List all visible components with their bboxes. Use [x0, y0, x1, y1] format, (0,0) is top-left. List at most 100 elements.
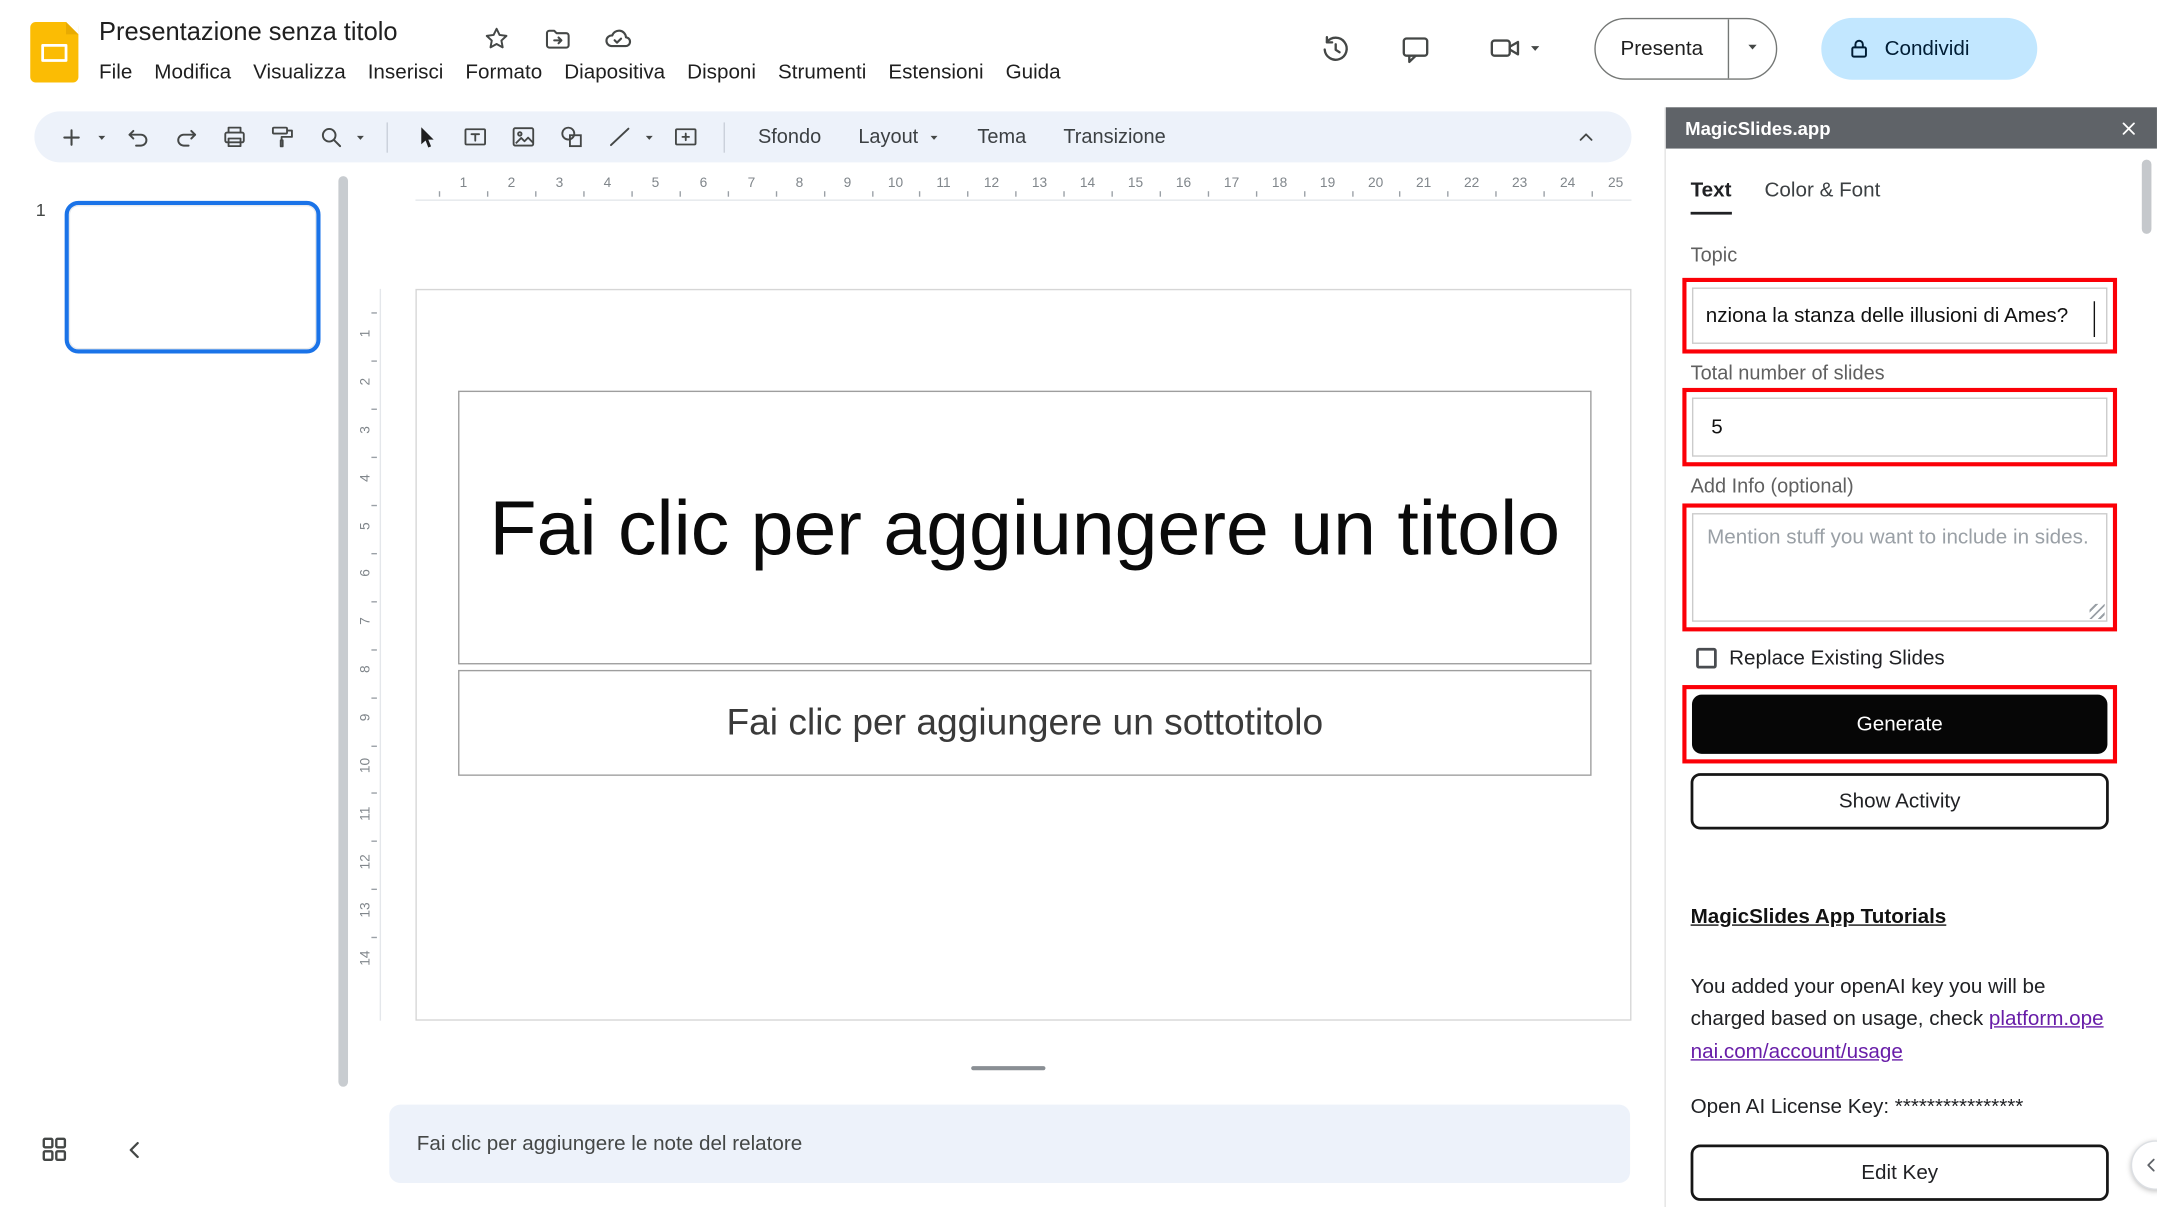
ruler-tick [371, 553, 377, 554]
panel-title: MagicSlides.app [1685, 118, 2120, 139]
google-slides-app: Presentazione senza titolo File Modifica… [0, 0, 2157, 1207]
document-title[interactable]: Presentazione senza titolo [99, 17, 398, 47]
menu-inserisci[interactable]: Inserisci [357, 55, 455, 89]
add-info-textarea[interactable] [1692, 513, 2107, 622]
select-cursor-button[interactable] [406, 116, 447, 157]
replace-slides-checkbox[interactable] [1696, 648, 1717, 669]
close-panel-button[interactable] [2120, 119, 2138, 137]
openai-note: You added your openAI key you will be ch… [1691, 971, 2106, 1067]
ruler-number: 24 [1560, 176, 1575, 191]
generate-button[interactable]: Generate [1692, 695, 2107, 754]
total-slides-input[interactable] [1692, 398, 2107, 457]
textbox-button[interactable] [454, 116, 495, 157]
menu-strumenti[interactable]: Strumenti [767, 55, 877, 89]
ruler-tick [1160, 191, 1161, 197]
ruler-tick [968, 191, 969, 197]
slide-canvas[interactable]: Fai clic per aggiungere un titolo Fai cl… [415, 289, 1631, 1021]
redo-button[interactable] [165, 116, 206, 157]
new-slide-button[interactable] [51, 116, 92, 157]
line-caret[interactable] [641, 116, 658, 157]
notes-resize-handle[interactable] [971, 1066, 1045, 1070]
filmstrip-scrollbar[interactable] [338, 176, 348, 1087]
present-button[interactable]: Presenta [1596, 37, 1728, 60]
menu-guida[interactable]: Guida [995, 55, 1072, 89]
tab-text[interactable]: Text [1691, 179, 1732, 215]
background-button[interactable]: Sfondo [743, 126, 836, 148]
comments-icon[interactable] [1398, 32, 1434, 68]
collapse-toolbar-button[interactable] [1565, 116, 1606, 157]
history-icon[interactable] [1318, 32, 1354, 68]
new-slide-caret[interactable] [94, 116, 111, 157]
menu-diapositiva[interactable]: Diapositiva [553, 55, 676, 89]
ruler-tick [583, 191, 584, 197]
ruler-number: 3 [556, 176, 564, 191]
ruler-tick [487, 191, 488, 197]
subtitle-placeholder-box[interactable]: Fai clic per aggiungere un sottotitolo [458, 670, 1591, 776]
share-button[interactable]: Condividi [1821, 18, 2037, 80]
menu-file[interactable]: File [88, 55, 143, 89]
star-icon[interactable] [479, 21, 515, 57]
share-button-label: Condividi [1885, 37, 1970, 60]
ruler-number: 11 [358, 803, 373, 825]
meet-camera-button[interactable] [1488, 32, 1543, 65]
ruler-tick [371, 697, 377, 698]
print-button[interactable] [213, 116, 254, 157]
topic-input[interactable] [1692, 288, 2107, 344]
caret-down-icon [1527, 40, 1544, 57]
insert-line-button[interactable] [598, 116, 639, 157]
ruler-tick [371, 937, 377, 938]
ruler-number: 21 [1416, 176, 1431, 191]
insert-shape-button[interactable] [550, 116, 591, 157]
ruler-number: 25 [1608, 176, 1623, 191]
ruler-tick [1016, 191, 1017, 197]
layout-button[interactable]: Layout [843, 126, 955, 148]
cloud-status-icon[interactable] [600, 21, 636, 57]
folder-move-icon[interactable] [539, 21, 575, 57]
menu-disponi[interactable]: Disponi [676, 55, 767, 89]
speaker-notes[interactable]: Fai clic per aggiungere le note del rela… [389, 1105, 1630, 1183]
ruler-number: 10 [358, 755, 373, 777]
replace-slides-label: Replace Existing Slides [1729, 647, 1945, 670]
ruler-tick [823, 191, 824, 197]
edit-key-button[interactable]: Edit Key [1691, 1144, 2109, 1200]
paint-format-button[interactable] [261, 116, 302, 157]
present-options-caret[interactable] [1729, 36, 1776, 61]
title-placeholder-box[interactable]: Fai clic per aggiungere un titolo [458, 391, 1591, 665]
print-icon [221, 124, 247, 150]
menu-estensioni[interactable]: Estensioni [877, 55, 994, 89]
collapse-filmstrip-button[interactable] [121, 1136, 149, 1170]
slide-thumbnail-1[interactable] [65, 201, 321, 354]
ruler-tick [1496, 191, 1497, 197]
ruler-number: 6 [700, 176, 708, 191]
ruler-number: 12 [358, 851, 373, 873]
slides-logo[interactable] [30, 22, 78, 83]
theme-button[interactable]: Tema [962, 126, 1041, 148]
panel-tabs: Text Color & Font [1691, 179, 1881, 215]
zoom-button[interactable] [310, 116, 351, 157]
menu-visualizza[interactable]: Visualizza [242, 55, 357, 89]
ruler-tick [371, 361, 377, 362]
grid-view-button[interactable] [39, 1133, 71, 1172]
present-button-group[interactable]: Presenta [1594, 18, 1777, 80]
panel-scrollbar[interactable] [2142, 160, 2152, 234]
tab-color-font[interactable]: Color & Font [1765, 179, 1881, 215]
textarea-resize-grip[interactable] [2090, 604, 2105, 619]
menu-formato[interactable]: Formato [454, 55, 553, 89]
zoom-caret[interactable] [352, 116, 369, 157]
ruler-number: 2 [358, 370, 373, 392]
show-activity-button[interactable]: Show Activity [1691, 773, 2109, 829]
insert-image-button[interactable] [502, 116, 543, 157]
tutorials-link[interactable]: MagicSlides App Tutorials [1691, 905, 1947, 928]
insert-placeholder-button[interactable] [664, 116, 705, 157]
ruler-number: 11 [936, 176, 950, 191]
undo-button[interactable] [117, 116, 158, 157]
ruler-number: 5 [358, 514, 373, 536]
topic-label: Topic [1691, 245, 1738, 267]
close-icon [2120, 119, 2138, 137]
transition-button[interactable]: Transizione [1048, 126, 1181, 148]
license-key-mask: **************** [1895, 1095, 2023, 1118]
ruler-tick [371, 601, 377, 602]
menu-modifica[interactable]: Modifica [143, 55, 242, 89]
ruler-number: 19 [1320, 176, 1335, 191]
lock-icon [1847, 37, 1870, 60]
